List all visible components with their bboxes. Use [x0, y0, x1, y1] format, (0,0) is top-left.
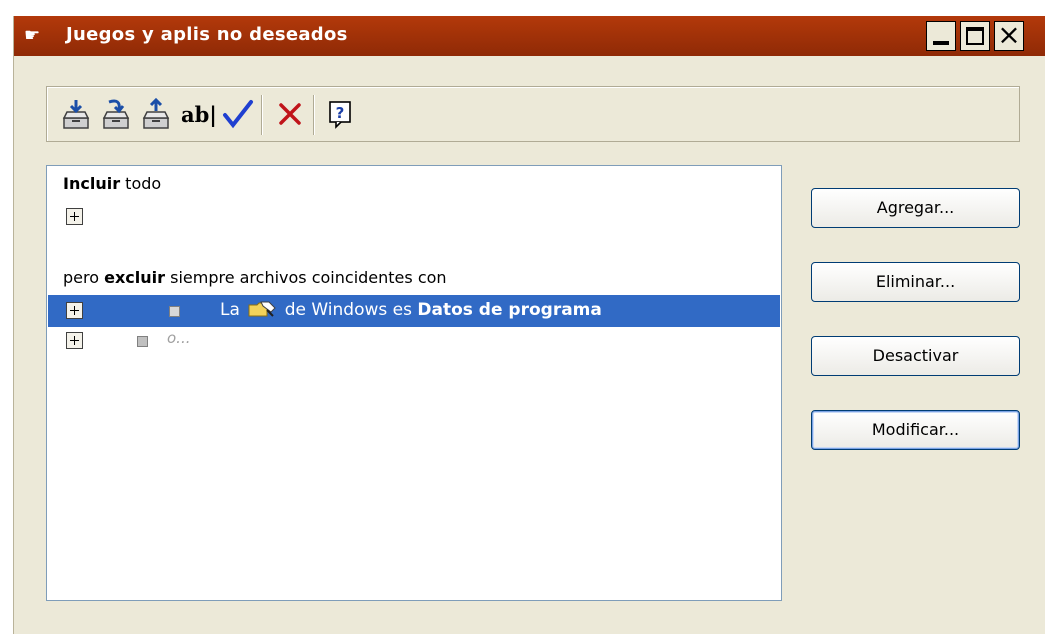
- toolbar-separator: [261, 95, 263, 135]
- delete-x-icon: [279, 103, 301, 125]
- maximize-button[interactable]: [960, 21, 990, 51]
- close-button[interactable]: ×: [994, 18, 1024, 51]
- rename-icon: ab|: [181, 102, 217, 127]
- close-icon: ×: [997, 18, 1021, 51]
- include-rest: todo: [120, 174, 162, 193]
- app-icon: ☛: [24, 25, 41, 46]
- remove-button[interactable]: Eliminar...: [811, 262, 1020, 302]
- exclude-rest: siempre archivos coincidentes con: [165, 268, 447, 287]
- remove-icon: [142, 97, 170, 129]
- rule-text: La de Windows es Datos de programa: [220, 300, 602, 320]
- rule-prefix: La: [220, 300, 240, 320]
- title-bar[interactable]: ☛ Juegos y aplis no deseados ×: [14, 16, 1045, 56]
- expand-rule-icon[interactable]: [66, 302, 83, 319]
- apply-tool-button[interactable]: [221, 96, 255, 132]
- or-bullet-icon: [137, 336, 148, 347]
- toolbar-separator: [313, 95, 315, 135]
- expand-or-icon[interactable]: [66, 332, 83, 349]
- or-placeholder[interactable]: o...: [167, 329, 190, 347]
- svg-text:?: ?: [336, 104, 345, 122]
- exclude-heading: pero excluir siempre archivos coincident…: [63, 268, 447, 287]
- add-from-icon: [102, 99, 130, 129]
- minimize-button[interactable]: [926, 21, 956, 51]
- add-icon: [62, 100, 90, 129]
- rules-list[interactable]: Incluir todo pero excluir siempre archiv…: [46, 165, 782, 601]
- special-folder-icon[interactable]: [247, 300, 277, 318]
- minimize-icon: [933, 41, 949, 45]
- check-icon: [223, 100, 253, 129]
- toolbar: ab| ?: [46, 86, 1020, 142]
- add-button[interactable]: Agregar...: [811, 188, 1020, 228]
- exclude-prefix: pero: [63, 268, 105, 287]
- remove-tool-button[interactable]: [139, 96, 173, 132]
- exclude-keyword: excluir: [104, 268, 166, 287]
- expand-include-icon[interactable]: [66, 208, 83, 225]
- window-title: Juegos y aplis no deseados: [66, 24, 348, 45]
- rule-bullet-icon: [169, 306, 180, 317]
- exclude-rule-row[interactable]: La de Windows es Datos de programa: [48, 295, 780, 327]
- rename-tool-button[interactable]: ab|: [179, 96, 219, 132]
- maximize-icon: [966, 27, 984, 45]
- rule-value-link[interactable]: Datos de programa: [417, 300, 602, 320]
- add-from-tool-button[interactable]: [99, 96, 133, 132]
- disable-button[interactable]: Desactivar: [811, 336, 1020, 376]
- include-heading: Incluir todo: [63, 174, 161, 193]
- delete-tool-button[interactable]: [273, 96, 307, 132]
- dialog-window: ☛ Juegos y aplis no deseados × ab| ? Inc…: [13, 16, 1045, 634]
- include-keyword: Incluir: [63, 174, 121, 193]
- help-tool-button[interactable]: ?: [323, 96, 357, 132]
- help-icon: ?: [329, 101, 351, 129]
- modify-button[interactable]: Modificar...: [811, 410, 1020, 450]
- add-tool-button[interactable]: [59, 96, 93, 132]
- rule-middle: de Windows es: [284, 300, 412, 320]
